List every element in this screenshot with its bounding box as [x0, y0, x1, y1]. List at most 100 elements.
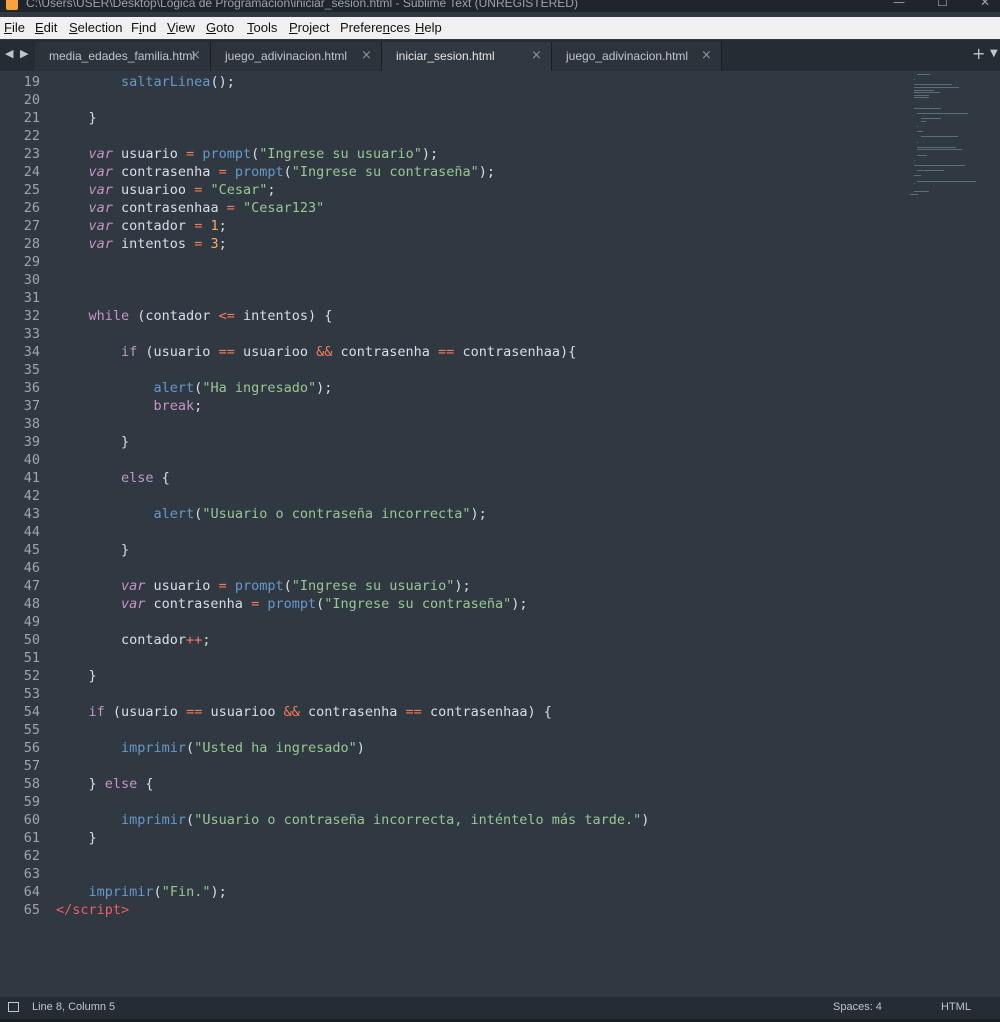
- line-number: 34: [23, 344, 40, 360]
- menu-item-7[interactable]: Project: [289, 20, 329, 35]
- code-line[interactable]: if (usuario == usuarioo && contrasenha =…: [56, 343, 576, 361]
- code-token: "Ingrese su usuario": [259, 146, 422, 162]
- close-tab-icon[interactable]: ×: [531, 48, 542, 63]
- line-number: 27: [23, 218, 40, 234]
- menu-item-0[interactable]: File: [4, 20, 25, 35]
- code-line[interactable]: imprimir("Fin.");: [56, 883, 227, 901]
- next-tab-icon[interactable]: ▶: [20, 47, 28, 60]
- code-token: if: [56, 344, 138, 360]
- close-window-icon[interactable]: ✕: [980, 0, 990, 9]
- line-number: 26: [23, 200, 40, 216]
- code-token: );: [421, 146, 439, 162]
- code-line[interactable]: var contrasenha = prompt("Ingrese su con…: [56, 163, 495, 181]
- code-token: }: [56, 542, 130, 558]
- code-line[interactable]: }: [56, 109, 97, 127]
- code-line[interactable]: alert("Ha ingresado");: [56, 379, 333, 397]
- code-token: else: [56, 470, 154, 486]
- minimize-icon[interactable]: —: [893, 0, 905, 9]
- code-line[interactable]: saltarLinea();: [56, 73, 235, 91]
- code-line[interactable]: }: [56, 541, 129, 559]
- minimap[interactable]: [900, 72, 980, 212]
- line-number: 39: [23, 434, 40, 450]
- prev-tab-icon[interactable]: ◀: [5, 47, 13, 60]
- code-token: =: [226, 200, 235, 216]
- line-number: 46: [23, 560, 40, 576]
- code-token: );: [478, 164, 495, 180]
- tab-3[interactable]: juego_adivinacion.html ×: [552, 42, 722, 71]
- panel-toggle-icon[interactable]: [8, 1002, 19, 1012]
- line-number: 59: [23, 794, 40, 810]
- code-line[interactable]: }: [56, 667, 97, 685]
- minimap-line: [913, 159, 915, 161]
- menu-item-text: ile: [11, 20, 25, 35]
- code-line[interactable]: alert("Usuario o contraseña incorrecta")…: [56, 505, 487, 523]
- menu-item-4[interactable]: View: [167, 20, 195, 35]
- menu-item-1[interactable]: Edit: [35, 20, 57, 35]
- code-token: contador: [112, 218, 195, 234]
- menu-item-2[interactable]: Selection: [69, 20, 122, 35]
- code-token: );: [210, 884, 227, 900]
- code-token: var: [56, 182, 113, 198]
- close-tab-icon[interactable]: ×: [701, 48, 712, 63]
- menu-bar: File Edit Selection Find View Goto Tools Projec…: [0, 17, 1000, 39]
- minimap-line: [917, 126, 919, 127]
- code-token: if: [56, 704, 105, 720]
- code-line[interactable]: else {: [56, 469, 170, 487]
- indentation-setting[interactable]: Spaces: 4: [833, 1001, 882, 1013]
- code-token: ): [641, 812, 650, 828]
- tab-0[interactable]: media_edades_familia.html ×: [35, 42, 211, 71]
- menu-item-text: ces: [389, 20, 411, 35]
- maximize-icon[interactable]: ☐: [937, 0, 948, 9]
- new-tab-icon[interactable]: +: [972, 44, 985, 63]
- code-token: "Fin.": [161, 884, 211, 900]
- syntax-mode[interactable]: HTML: [941, 1001, 971, 1013]
- code-line[interactable]: }: [56, 829, 97, 847]
- code-line[interactable]: contador++;: [56, 631, 210, 649]
- tab-2[interactable]: iniciar_sesion.html ×: [382, 42, 552, 71]
- code-line[interactable]: var contrasenha = prompt("Ingrese su con…: [56, 595, 527, 613]
- code-line[interactable]: var usuario = prompt("Ingrese su usuario…: [56, 145, 439, 163]
- code-line[interactable]: } else {: [56, 775, 154, 793]
- menu-item-6[interactable]: Tools: [247, 20, 277, 35]
- menu-item-9[interactable]: Help: [415, 20, 442, 35]
- code-line[interactable]: var usuario = prompt("Ingrese su usuario…: [56, 577, 471, 595]
- title-bar: C:\Users\USER\Desktop\Lógica de Programa…: [0, 0, 1000, 12]
- cursor-position[interactable]: Line 8, Column 5: [32, 1001, 115, 1013]
- code-token: ==: [405, 704, 422, 720]
- minimap-line: [913, 84, 953, 86]
- menu-item-5[interactable]: Goto: [206, 20, 234, 35]
- minimap-line: [913, 175, 921, 177]
- code-line[interactable]: var usuarioo = "Cesar";: [56, 181, 276, 199]
- code-line[interactable]: var intentos = 3;: [56, 235, 227, 253]
- tab-bar: ◀ ▶ + ▼ media_edades_familia.html × juego_…: [0, 40, 1000, 71]
- minimap-line: [913, 183, 915, 185]
- menu-item-text: E: [35, 20, 44, 35]
- code-token: =: [251, 596, 260, 612]
- menu-item-3[interactable]: Find: [131, 20, 156, 35]
- code-line[interactable]: break;: [56, 397, 203, 415]
- code-token: "Cesar123": [242, 200, 325, 216]
- tab-dropdown-icon[interactable]: ▼: [990, 48, 998, 59]
- code-editor[interactable]: 19 20 21 22 23 24 25 26 27 28 29 30 31 32 33 34 35 36 37 38…: [0, 72, 1000, 996]
- code-line[interactable]: var contador = 1;: [56, 217, 227, 235]
- menu-item-8[interactable]: Preferences: [340, 20, 410, 35]
- tab-1[interactable]: juego_adivinacion.html ×: [211, 42, 382, 71]
- code-token: );: [316, 380, 333, 396]
- code-line[interactable]: while (contador <= intentos) {: [56, 307, 333, 325]
- code-token: "Ha ingresado": [202, 380, 317, 396]
- code-line[interactable]: if (usuario == usuarioo && contrasenha =…: [56, 703, 552, 721]
- code-line[interactable]: }: [56, 433, 129, 451]
- menu-item-text: Prefere: [340, 20, 383, 35]
- code-line[interactable]: </script>: [56, 901, 129, 919]
- code-line[interactable]: var contrasenhaa = "Cesar123": [56, 199, 325, 217]
- close-tab-icon[interactable]: ×: [361, 48, 372, 63]
- code-token: ;: [218, 236, 227, 252]
- line-number: 30: [23, 272, 40, 288]
- code-line[interactable]: imprimir("Usuario o contraseña incorrect…: [56, 811, 649, 829]
- line-number: 61: [23, 830, 40, 846]
- close-tab-icon[interactable]: ×: [190, 48, 201, 63]
- line-number: 54: [23, 704, 40, 720]
- code-line[interactable]: imprimir("Usted ha ingresado"): [56, 739, 365, 757]
